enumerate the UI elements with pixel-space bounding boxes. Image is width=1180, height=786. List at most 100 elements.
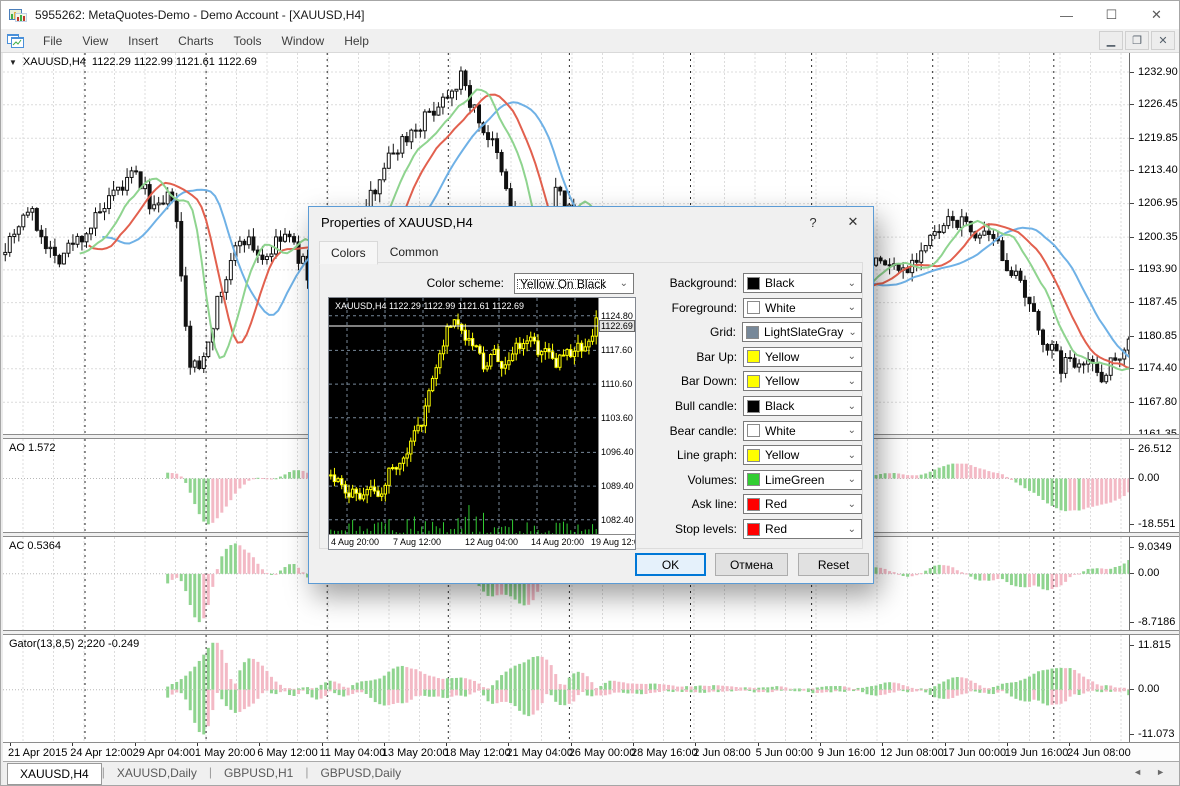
color-field-label: Line graph: [676,448,738,463]
window-minimize-button[interactable]: — [1044,1,1089,29]
tab-common[interactable]: Common [378,240,451,264]
color-field-label: Bear candle: [669,423,738,438]
dialog-close-button[interactable]: ✕ [833,207,873,237]
indicator-axis-label: 9.0349 [1130,541,1172,553]
gator-indicator-pane: Gator(13,8,5) 2.220 -0.249 11.815 0.00 -11… [3,635,1179,742]
time-axis-label: 17 Jun 00:00 [942,743,1007,759]
color-field-row: Grid: LightSlateGray ⌄ [628,322,862,343]
chart-tab-gbpusd-h1[interactable]: GBPUSD,H1 [212,763,305,783]
color-field-dropdown-bar-down-[interactable]: Yellow ⌄ [743,371,862,392]
preview-symbol-label: XAUUSD,H4 1122.29 1122.99 1121.61 1122.6… [335,301,524,311]
indicator-axis-label: -8.7186 [1130,616,1175,628]
tab-colors[interactable]: Colors [319,241,378,265]
color-swatch [746,325,759,339]
chart-close-button[interactable]: ✕ [1151,31,1175,50]
color-name: Red [765,497,788,512]
indicator-axis-label: -11.073 [1130,728,1175,740]
preview-time-label: 12 Aug 04:00 [465,537,519,547]
indicator-axis-label: 26.512 [1130,443,1172,455]
time-axis-label: 18 May 12:00 [444,743,511,759]
chart-symbol-label: XAUUSD,H4 [22,56,86,68]
color-field-dropdown-volumes-[interactable]: LimeGreen ⌄ [743,469,862,490]
menu-item-charts[interactable]: Charts [168,29,223,53]
window-close-button[interactable]: ✕ [1134,1,1179,29]
color-field-dropdown-bull-candle-[interactable]: Black ⌄ [743,396,862,416]
price-axis-label: 1174.40 [1130,362,1177,374]
color-field-label: Stop levels: [674,522,738,536]
chevron-down-icon: ⌄ [847,400,856,412]
chevron-down-icon: ⌄ [848,326,857,338]
menu-item-tools[interactable]: Tools [224,29,272,53]
color-field-dropdown-foreground-[interactable]: White ⌄ [743,297,862,318]
dialog-help-button[interactable]: ? [793,207,833,237]
ao-indicator-label: AO 1.572 [9,442,56,454]
color-swatch [747,399,761,413]
time-axis-label: 26 May 00:00 [568,743,636,759]
reset-button[interactable]: Reset [798,553,869,576]
preview-chart-canvas [329,298,598,534]
gator-chart-canvas[interactable] [3,635,1129,742]
color-field-dropdown-bar-up-[interactable]: Yellow ⌄ [743,346,862,367]
menu-item-view[interactable]: View [72,29,118,53]
color-name: White [765,300,796,315]
tab-scroll-left-icon[interactable]: ◄ [1133,767,1142,777]
price-axis-label: 1193.90 [1130,263,1177,275]
price-axis-label: 1200.35 [1130,231,1178,243]
color-field-dropdown-line-graph-[interactable]: Yellow ⌄ [743,445,862,466]
color-field-label: Bar Up: [696,349,738,364]
gator-axis[interactable]: 11.815 0.00 -11.073 [1129,635,1179,742]
time-axis-label: 1 May 20:00 [194,743,256,759]
color-field-dropdown-ask-line-[interactable]: Red ⌄ [743,494,862,515]
menu-item-window[interactable]: Window [272,29,335,53]
menu-item-file[interactable]: File [33,29,72,53]
properties-dialog: Properties of XAUUSD,H4 ? ✕ Colors Common… [308,206,874,584]
color-swatch [747,424,761,438]
price-axis-label: 1167.80 [1130,396,1177,408]
indicator-axis-label: 0.00 [1130,567,1159,579]
chevron-down-icon: ⌄ [847,449,856,461]
dialog-title-bar[interactable]: Properties of XAUUSD,H4 ? ✕ [309,207,873,237]
chart-tab-gbpusd-daily[interactable]: GBPUSD,Daily [308,763,413,783]
color-field-dropdown-stop-levels-[interactable]: Red ⌄ [743,519,862,539]
chart-tab-xauusd-h4[interactable]: XAUUSD,H4 [7,763,102,785]
time-axis-label: 12 Jun 08:00 [880,743,944,759]
ao-axis[interactable]: 26.512 0.00 -18.551 [1129,439,1179,532]
color-scheme-dropdown[interactable]: Yellow On Black ⌄ [514,273,634,294]
chart-ohlc-values: 1122.29 1122.99 1121.61 1122.69 [91,56,257,68]
gator-chart-area[interactable]: Gator(13,8,5) 2.220 -0.249 [3,635,1129,742]
color-name: Yellow [765,374,800,389]
cancel-button[interactable]: Отмена [715,553,788,576]
time-axis-label: 5 Jun 00:00 [755,743,814,759]
window-maximize-button[interactable]: ☐ [1089,1,1134,29]
color-field-dropdown-grid-[interactable]: LightSlateGray ⌄ [742,322,862,343]
main-price-axis[interactable]: 1232.90 1226.45 1219.85 1213.40 1206.95 1200.… [1129,53,1179,440]
chart-minimize-button[interactable]: ▁ [1099,31,1123,50]
color-field-dropdown-background-[interactable]: Black ⌄ [743,273,862,293]
color-name: White [765,423,796,438]
color-swatch [747,448,761,462]
chart-window-icon [7,33,24,48]
time-axis-label: 24 Jun 08:00 [1067,743,1131,759]
time-axis-label: 6 May 12:00 [257,743,318,759]
ac-axis[interactable]: 9.0349 0.00 -8.7186 [1129,537,1179,630]
color-swatch [747,522,761,536]
dialog-title: Properties of XAUUSD,H4 [321,214,473,230]
chart-tab-bar: XAUUSD,H4 | XAUUSD,Daily | GBPUSD,H1 | GBPUSD,… [3,761,1179,785]
color-name: Yellow [765,349,800,364]
colors-tab-page: Color scheme: Yellow On Black ⌄ XAUUSD,H… [319,262,863,550]
time-axis-label: 29 Apr 04:00 [132,743,195,759]
menu-item-insert[interactable]: Insert [118,29,168,53]
price-axis-label: 1187.45 [1130,296,1177,308]
color-swatch [747,374,761,388]
tab-scroll-right-icon[interactable]: ► [1156,767,1165,777]
color-swatch [747,276,761,290]
preview-time-label: 7 Aug 12:00 [393,537,442,547]
menu-item-help[interactable]: Help [334,29,379,53]
time-axis[interactable]: 21 Apr 2015 24 Apr 12:00 29 Apr 04:00 1 May… [3,742,1179,763]
chevron-down-icon: ⌄ [847,474,856,486]
color-field-dropdown-bear-candle-[interactable]: White ⌄ [743,420,862,441]
chart-tab-xauusd-daily[interactable]: XAUUSD,Daily [105,763,209,783]
ok-button[interactable]: OK [635,553,706,576]
chart-restore-button[interactable]: ❐ [1125,31,1149,50]
color-name: Yellow [765,448,800,463]
